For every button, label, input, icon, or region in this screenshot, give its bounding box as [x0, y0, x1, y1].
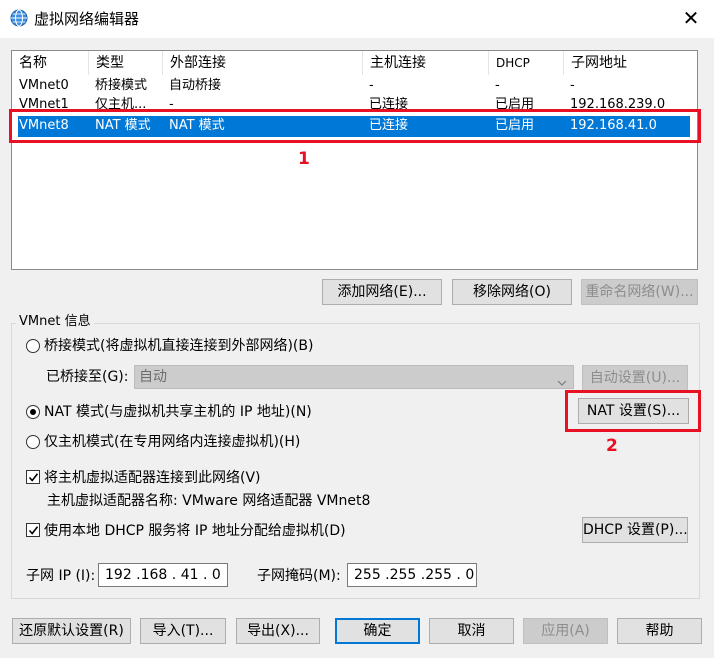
subnet-mask-label: 子网掩码(M): [257, 568, 341, 584]
dhcp-settings-button[interactable]: DHCP 设置(P)... [582, 517, 688, 543]
globe-network-icon [10, 9, 28, 27]
restore-defaults-button[interactable]: 还原默认设置(R) [12, 618, 131, 644]
nat-mode-radio[interactable] [26, 405, 40, 419]
nat-mode-label[interactable]: NAT 模式(与虚拟机共享主机的 IP 地址)(N) [44, 403, 312, 421]
connect-adapter-label[interactable]: 将主机虚拟适配器连接到此网络(V) [44, 469, 261, 487]
host-only-label[interactable]: 仅主机模式(在专用网络内连接虚拟机)(H) [44, 433, 300, 451]
bridged-to-select[interactable]: 自动 [134, 365, 574, 389]
bridged-to-value: 自动 [139, 369, 167, 385]
column-header-host[interactable]: 主机连接 [362, 51, 488, 75]
checkmark-icon [28, 526, 39, 535]
close-icon[interactable]: ✕ [676, 4, 706, 32]
help-button[interactable]: 帮助 [617, 618, 702, 644]
apply-button[interactable]: 应用(A) [523, 618, 608, 644]
subnet-ip-field[interactable]: 192 .168 . 41 . 0 [98, 563, 228, 587]
checkmark-icon [28, 473, 39, 482]
column-header-external[interactable]: 外部连接 [162, 51, 362, 75]
auto-settings-button[interactable]: 自动设置(U)... [582, 365, 688, 391]
cell-host: - [369, 78, 374, 93]
remove-network-button[interactable]: 移除网络(O) [452, 279, 572, 305]
annotation-label-1: 1 [298, 149, 310, 169]
cell-name: VMnet0 [19, 78, 69, 93]
rename-network-button[interactable]: 重命名网络(W)... [581, 279, 698, 305]
network-table[interactable]: 名称 类型 外部连接 主机连接 DHCP 子网地址 VMnet0 桥接模式 自动… [11, 50, 698, 270]
export-button[interactable]: 导出(X)... [236, 618, 320, 644]
import-button[interactable]: 导入(T)... [140, 618, 226, 644]
cell-external: 自动桥接 [169, 78, 222, 93]
add-network-button[interactable]: 添加网络(E)... [322, 279, 442, 305]
bridged-to-label: 已桥接至(G): [46, 369, 129, 385]
subnet-ip-label: 子网 IP (I): [26, 568, 96, 584]
ok-button[interactable]: 确定 [335, 618, 420, 644]
connect-adapter-checkbox[interactable] [26, 470, 40, 484]
annotation-label-2: 2 [606, 436, 618, 456]
column-header-type[interactable]: 类型 [88, 51, 162, 75]
nat-settings-button[interactable]: NAT 设置(S)... [578, 398, 689, 424]
subnet-mask-field[interactable]: 255 .255 .255 . 0 [347, 563, 477, 587]
cell-subnet: - [570, 78, 575, 93]
host-only-radio[interactable] [26, 435, 40, 449]
adapter-name-text: 主机虚拟适配器名称: VMware 网络适配器 VMnet8 [47, 493, 371, 509]
column-header-dhcp[interactable]: DHCP [488, 51, 563, 75]
vmnet-info-label: VMnet 信息 [16, 313, 94, 331]
cell-type: 桥接模式 [95, 78, 148, 93]
bridged-mode-radio[interactable] [26, 339, 40, 353]
table-row[interactable]: VMnet0 桥接模式 自动桥接 - - - [12, 76, 697, 96]
bridged-mode-label[interactable]: 桥接模式(将虚拟机直接连接到外部网络)(B) [44, 337, 313, 355]
column-header-name[interactable]: 名称 [12, 51, 87, 75]
cell-dhcp: - [495, 78, 500, 93]
cancel-button[interactable]: 取消 [429, 618, 514, 644]
dhcp-label[interactable]: 使用本地 DHCP 服务将 IP 地址分配给虚拟机(D) [44, 522, 346, 540]
window-title: 虚拟网络编辑器 [34, 10, 140, 28]
dhcp-checkbox[interactable] [26, 523, 40, 537]
column-header-subnet[interactable]: 子网地址 [563, 51, 687, 75]
annotation-box-1 [9, 109, 701, 143]
